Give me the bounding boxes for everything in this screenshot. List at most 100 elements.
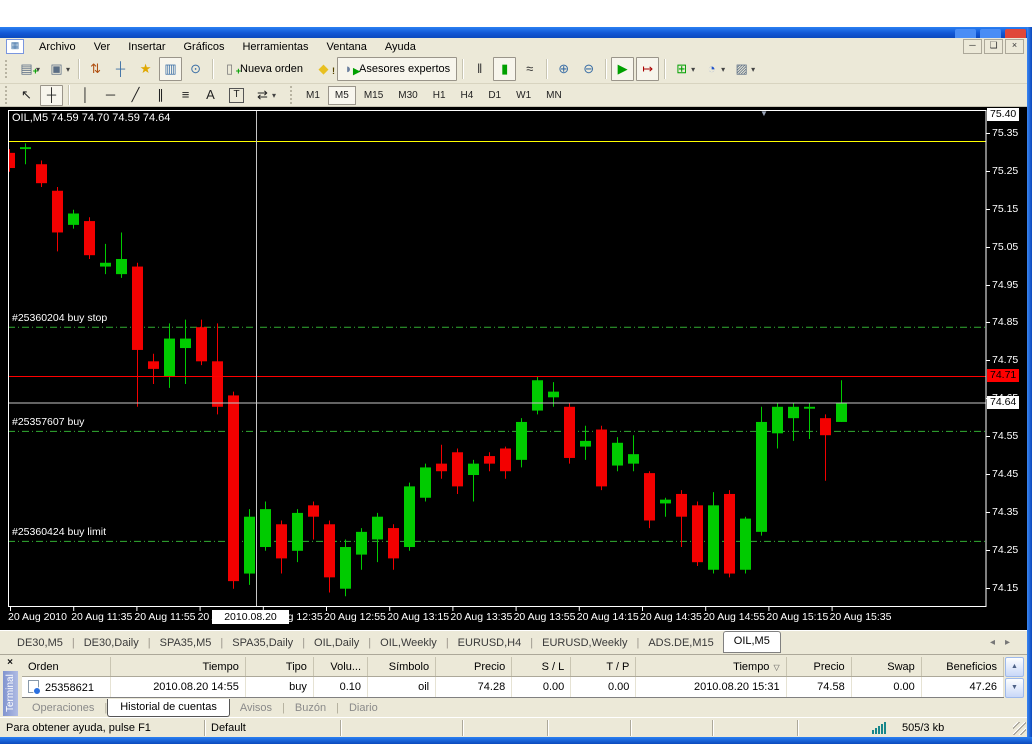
scroll-up-icon[interactable]: ▲	[1005, 657, 1024, 677]
zoom-in-button[interactable]: ⊕	[552, 57, 575, 81]
candle-chart-button[interactable]: ▮	[493, 57, 516, 81]
terminal-tab-historial-de-cuentas[interactable]: Historial de cuentas	[107, 699, 230, 717]
chart-area[interactable]: OIL,M5 74.59 74.70 74.59 74.64 ▼ 75.3575…	[0, 107, 1027, 630]
chart-tab-oil-m5[interactable]: OIL,M5	[723, 631, 781, 653]
menu-ayuda[interactable]: Ayuda	[376, 40, 425, 54]
chart-tab-spa35-daily[interactable]: SPA35,Daily	[223, 634, 302, 652]
price-tick: 74.55	[992, 430, 1018, 443]
resize-grip[interactable]	[1013, 722, 1026, 735]
chart-tab-spa35-m5[interactable]: SPA35,M5	[151, 634, 221, 652]
arrows-button[interactable]: ⇄▾	[251, 85, 279, 106]
chart-tab-bar: DE30,M5|DE30,Daily|SPA35,M5|SPA35,Daily|…	[0, 630, 1032, 654]
chart-tab-oil-daily[interactable]: OIL,Daily	[305, 634, 368, 652]
new-chart-button[interactable]: ▤+▾	[15, 57, 43, 81]
toolbar-grip[interactable]	[5, 86, 10, 104]
chart-tab-de30-daily[interactable]: DE30,Daily	[75, 634, 148, 652]
window-maximize-button[interactable]	[980, 29, 1001, 38]
market-watch-button[interactable]: ⇅	[84, 57, 107, 81]
chart-tab-de30-m5[interactable]: DE30,M5	[8, 634, 72, 652]
candlestick-plot[interactable]	[8, 110, 987, 612]
menu-archivo[interactable]: Archivo	[30, 40, 85, 54]
new-order-button[interactable]: ▯+Nueva orden	[218, 57, 310, 81]
chart-tab-eurusd-h4[interactable]: EURUSD,H4	[449, 634, 531, 652]
timeframe-m15[interactable]: M15	[357, 86, 390, 105]
window-minimize-button[interactable]	[955, 29, 976, 38]
menu-ver[interactable]: Ver	[85, 40, 120, 54]
toolbar-grip[interactable]	[290, 86, 295, 104]
crosshair-button[interactable]: ┼	[40, 85, 63, 106]
line-chart-button[interactable]: ≈	[518, 57, 541, 81]
timeframe-w1[interactable]: W1	[509, 86, 538, 105]
periods-button[interactable]: ◔▾	[700, 57, 728, 81]
timeframe-h1[interactable]: H1	[426, 86, 453, 105]
column-header-1[interactable]: Tiempo	[110, 657, 245, 677]
child-restore-button[interactable]: ❏	[984, 39, 1003, 54]
child-minimize-button[interactable]: ─	[963, 39, 982, 54]
timeframe-mn[interactable]: MN	[539, 86, 569, 105]
indicators-button[interactable]: ⊞▾	[670, 57, 698, 81]
menu-ventana[interactable]: Ventana	[318, 40, 376, 54]
trendline-button[interactable]: ╱	[124, 85, 147, 106]
text-button[interactable]: A	[199, 85, 222, 106]
zoom-out-button[interactable]: ⊖	[577, 57, 600, 81]
column-header-2[interactable]: Tipo	[245, 657, 313, 677]
dropdown-caret-icon: ▾	[691, 65, 695, 74]
column-header-7[interactable]: T / P	[571, 657, 636, 677]
timeframe-h4[interactable]: H4	[454, 86, 481, 105]
timeframe-m1[interactable]: M1	[299, 86, 327, 105]
horizontal-line-button[interactable]: ─	[99, 85, 122, 106]
window-titlebar[interactable]	[0, 27, 1032, 38]
terminal-tab-operaciones[interactable]: Operaciones	[22, 700, 104, 716]
auto-scroll-button[interactable]: ▶	[611, 57, 634, 81]
scroll-down-icon[interactable]: ▼	[1005, 678, 1024, 698]
profiles-button[interactable]: ▣▾	[45, 57, 73, 81]
data-window-button[interactable]: ┼	[109, 57, 132, 81]
column-header-6[interactable]: S / L	[512, 657, 571, 677]
menu-bar: ▦ ArchivoVerInsertarGráficosHerramientas…	[0, 38, 1032, 56]
column-header-10[interactable]: Swap	[851, 657, 921, 677]
terminal-tab-buz-n[interactable]: Buzón	[285, 700, 336, 716]
timeframe-m5[interactable]: M5	[328, 86, 356, 105]
channel-button[interactable]: ∥	[149, 85, 172, 106]
toolbar-grip[interactable]	[5, 60, 10, 78]
chart-tab-ads-de-m15[interactable]: ADS.DE,M15	[639, 634, 722, 652]
terminal-close-icon[interactable]: ×	[4, 657, 16, 669]
column-header-4[interactable]: Símbolo	[368, 657, 436, 677]
terminal-tab-diario[interactable]: Diario	[339, 700, 388, 716]
candle-body	[404, 486, 415, 547]
menu-herramientas[interactable]: Herramientas	[233, 40, 317, 54]
cursor-button[interactable]: ↖	[15, 85, 38, 106]
expert-advisors-button[interactable]: ◗▶Asesores expertos	[337, 57, 457, 81]
chart-shift-button[interactable]: ↦	[636, 57, 659, 81]
chart-tab-eurusd-weekly[interactable]: EURUSD,Weekly	[533, 634, 636, 652]
history-row[interactable]: 253586212010.08.20 14:55buy0.10oil74.280…	[22, 677, 1004, 698]
strategy-tester-button[interactable]: ⊙	[184, 57, 207, 81]
navigator-button[interactable]: ★	[134, 57, 157, 81]
column-header-11[interactable]: Beneficios	[921, 657, 1003, 677]
text-label-button[interactable]: T	[224, 85, 249, 106]
timeframe-d1[interactable]: D1	[481, 86, 508, 105]
column-header-8[interactable]: Tiempo▽	[636, 657, 786, 677]
column-header-3[interactable]: Volu...	[313, 657, 367, 677]
time-label: 20 Aug 14:15	[577, 611, 639, 623]
tabs-scroll-left-icon[interactable]: ◂	[990, 637, 1005, 648]
column-header-0[interactable]: Orden	[22, 657, 110, 677]
column-header-5[interactable]: Precio	[436, 657, 512, 677]
menu-insertar[interactable]: Insertar	[119, 40, 174, 54]
child-close-button[interactable]: ×	[1005, 39, 1024, 54]
templates-button[interactable]: ▨▾	[730, 57, 758, 81]
column-header-9[interactable]: Precio	[786, 657, 851, 677]
metaeditor-button[interactable]: ◆!	[312, 57, 335, 81]
status-profile[interactable]: Default	[205, 720, 341, 736]
fibonacci-button[interactable]: ≡	[174, 85, 197, 106]
terminal-tab-avisos[interactable]: Avisos	[230, 700, 282, 716]
chart-tab-oil-weekly[interactable]: OIL,Weekly	[371, 634, 446, 652]
tabs-scroll-right-icon[interactable]: ▸	[1005, 637, 1020, 648]
candle-body	[148, 361, 159, 369]
window-close-button[interactable]	[1005, 29, 1026, 38]
menu-gráficos[interactable]: Gráficos	[175, 40, 234, 54]
bar-chart-button[interactable]: ‖	[468, 57, 491, 81]
terminal-panel-button[interactable]: ▥	[159, 57, 182, 81]
timeframe-m30[interactable]: M30	[391, 86, 424, 105]
vertical-line-button[interactable]: │	[74, 85, 97, 106]
